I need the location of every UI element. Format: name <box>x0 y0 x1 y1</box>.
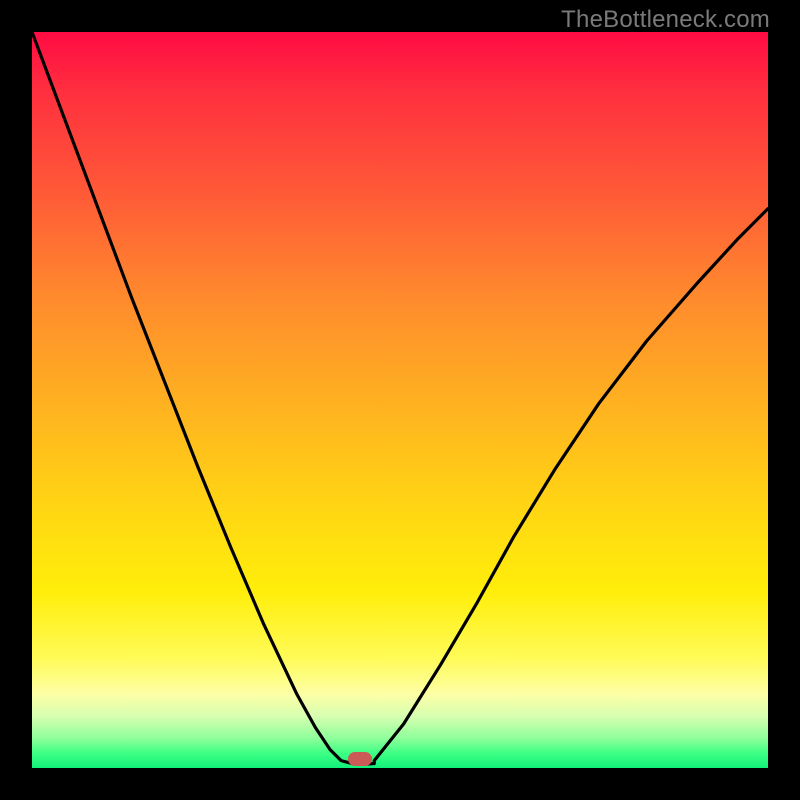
bottleneck-curve <box>32 32 768 764</box>
curve-svg <box>32 32 768 768</box>
plot-area <box>32 32 768 768</box>
outer-frame: TheBottleneck.com <box>0 0 800 800</box>
min-point-marker <box>348 752 372 766</box>
watermark-text: TheBottleneck.com <box>561 6 770 34</box>
